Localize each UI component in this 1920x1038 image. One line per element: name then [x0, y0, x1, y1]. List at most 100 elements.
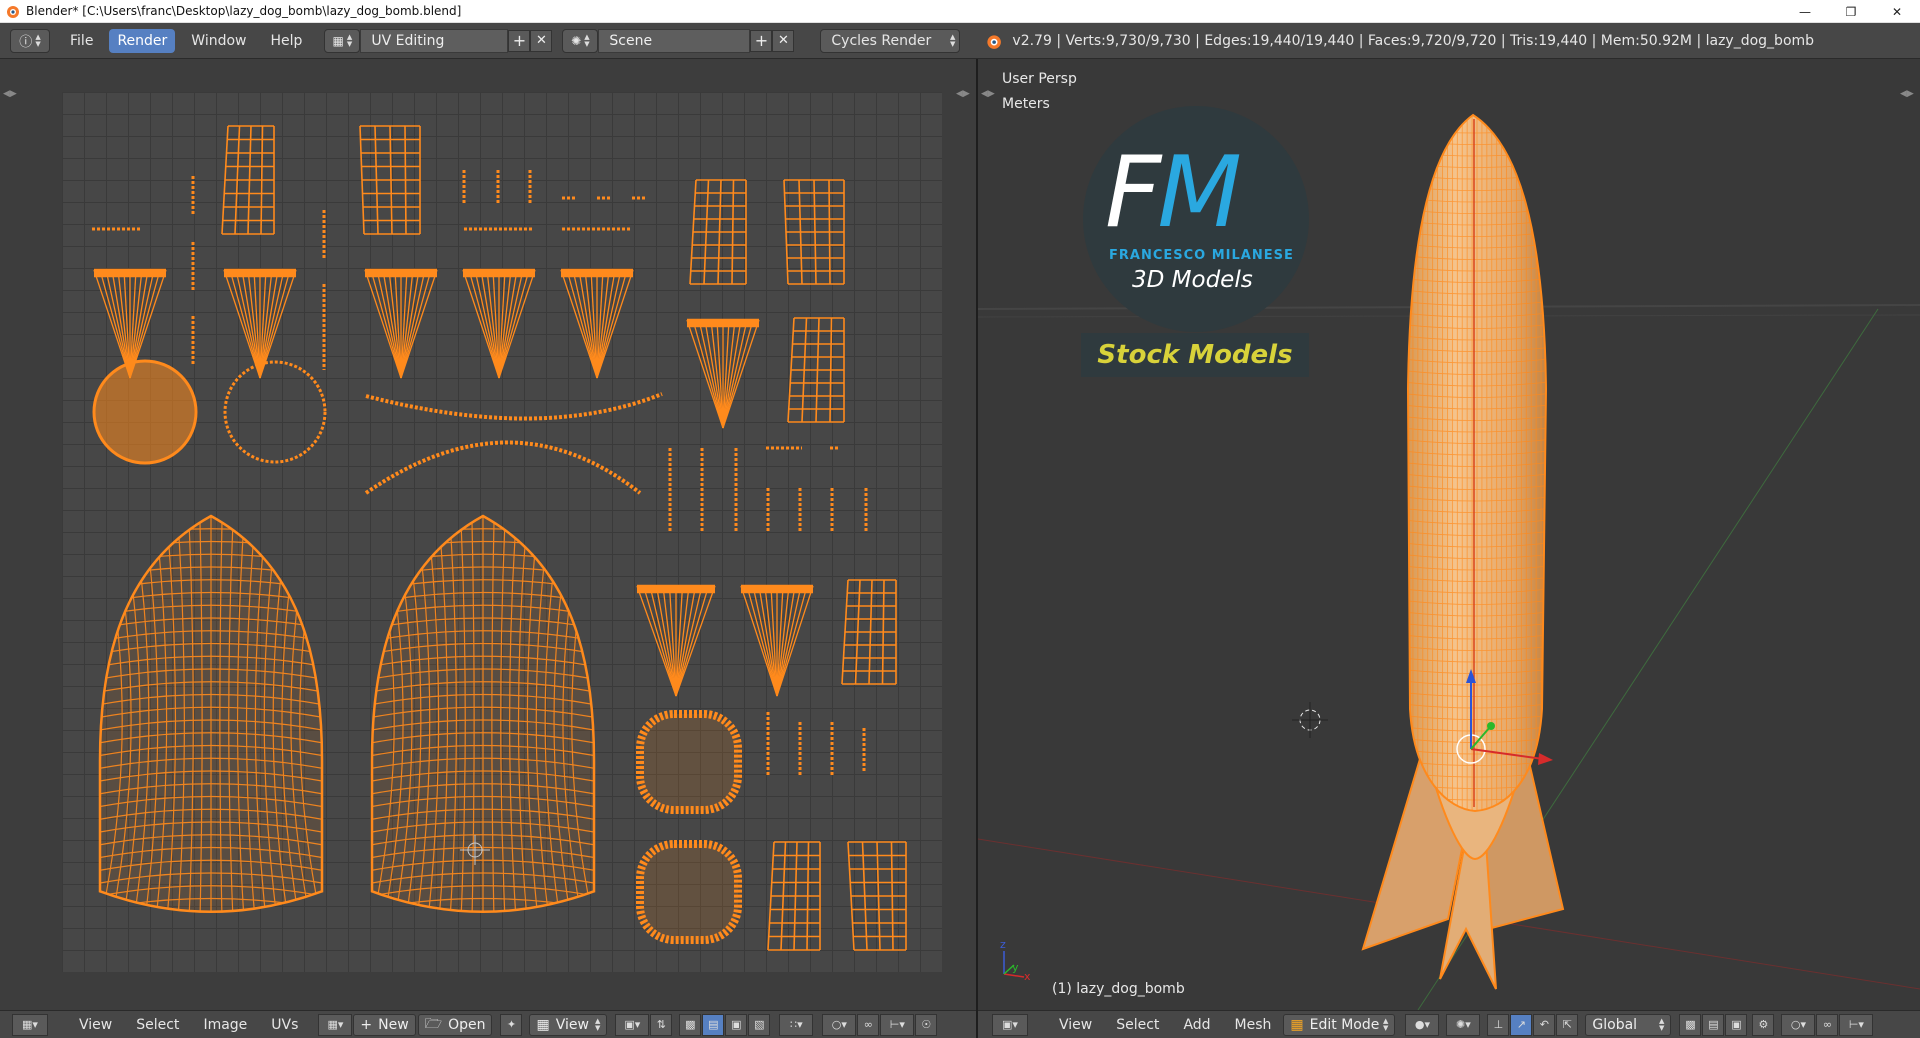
mode-label: Edit Mode — [1309, 1016, 1380, 1033]
uv-island-fan[interactable] — [686, 318, 760, 429]
uv-island-fan[interactable] — [560, 268, 634, 379]
uv-extra-icon[interactable]: ☉ — [915, 1013, 938, 1036]
vertex-select-icon[interactable]: ▩ — [679, 1013, 702, 1036]
uv-island-quad[interactable] — [689, 179, 747, 285]
uv-island-quad[interactable] — [359, 125, 421, 235]
snap-element-icon[interactable]: ⊢▾ — [1839, 1013, 1874, 1036]
pivot-icon[interactable]: ▣▾ — [615, 1013, 650, 1036]
uv-grid[interactable] — [62, 92, 942, 972]
vp-menu-mesh[interactable]: Mesh — [1223, 1017, 1284, 1033]
editor-type-3d-icon[interactable]: ▣▾ — [992, 1013, 1028, 1036]
2d-cursor-icon[interactable] — [460, 835, 490, 865]
new-image-label: New — [378, 1016, 409, 1033]
manipulator-toggle-icon[interactable]: ⊥ — [1487, 1013, 1510, 1036]
transform-orientation-dropdown[interactable]: Global ▲ ▼ — [1585, 1013, 1672, 1036]
screen-layout-selector[interactable]: ▦ ▲ ▼ — [324, 28, 361, 53]
blender-app-icon — [7, 6, 19, 18]
screen-layout-field[interactable]: UV Editing — [360, 28, 509, 53]
vp-menu-select[interactable]: Select — [1104, 1017, 1171, 1033]
add-screen-icon[interactable]: + — [508, 29, 531, 52]
uv-island-fan[interactable] — [636, 584, 716, 697]
menu-render[interactable]: Render — [109, 28, 176, 53]
vp-menu-view[interactable]: View — [1047, 1017, 1104, 1033]
3d-cursor-icon[interactable] — [1292, 702, 1328, 738]
orientation-label: Global — [1592, 1016, 1638, 1033]
dropdown-arrows-icon: ▲ ▼ — [594, 1016, 601, 1032]
pivot-point-icon[interactable]: ✺▾ — [1446, 1013, 1481, 1036]
uv-menu-uvs[interactable]: UVs — [259, 1017, 310, 1033]
uv-island-disc[interactable] — [92, 359, 198, 465]
vertex-select-icon[interactable]: ▩ — [1679, 1013, 1702, 1036]
view-mode-dropdown[interactable]: ▦ View ▲ ▼ — [529, 1013, 608, 1036]
uv-island-quad[interactable] — [787, 317, 845, 423]
face-select-icon[interactable]: ▣ — [1725, 1013, 1748, 1036]
uv-menu-image[interactable]: Image — [191, 1017, 259, 1033]
vp-menu-add[interactable]: Add — [1171, 1017, 1222, 1033]
uv-menu-select[interactable]: Select — [124, 1017, 191, 1033]
image-browse-icon[interactable]: ▦▾ — [318, 1013, 353, 1036]
menu-window[interactable]: Window — [183, 29, 254, 53]
svg-text:y: y — [1012, 961, 1019, 974]
scale-manipulator-icon[interactable]: ⇱ — [1556, 1013, 1579, 1036]
open-image-label: Open — [448, 1016, 486, 1033]
area-split-left-icon[interactable]: ◀▶ — [3, 89, 17, 99]
uv-island-quad[interactable] — [221, 125, 275, 235]
pin-icon[interactable]: ✦ — [500, 1013, 523, 1036]
uv-island-strip-arc[interactable] — [365, 392, 663, 421]
editor-type-image-icon[interactable]: ▦▾ — [12, 1013, 48, 1036]
dropdown-arrows-icon: ▲ ▼ — [950, 32, 956, 48]
open-image-button[interactable]: 🗁 Open — [417, 1013, 493, 1036]
island-select-icon[interactable]: ▧ — [748, 1013, 771, 1036]
fm-logo-letters: FM — [1105, 136, 1242, 250]
area-split-right-icon[interactable]: ◀▶ — [956, 89, 970, 99]
viewport-shading-icon[interactable]: ●▾ — [1405, 1013, 1440, 1036]
edge-select-icon[interactable]: ▤ — [1702, 1013, 1725, 1036]
add-scene-icon[interactable]: + — [750, 29, 773, 52]
restore-icon[interactable]: ❐ — [1828, 0, 1874, 23]
translate-manipulator-icon[interactable]: ↗ — [1510, 1013, 1533, 1036]
sticky-select-icon[interactable]: ∷▾ — [779, 1013, 814, 1036]
layout-grid-icon: ▦ — [332, 33, 344, 48]
uv-island-strip-arc[interactable] — [364, 440, 642, 495]
scene-selector[interactable]: ✺ ▲ ▼ — [562, 28, 599, 53]
limit-selection-icon[interactable]: ⚙ — [1752, 1013, 1775, 1036]
mode-dropdown[interactable]: ▦ Edit Mode ▲ ▼ — [1283, 1013, 1396, 1036]
minimize-icon[interactable]: — — [1782, 0, 1828, 23]
uv-island-cap[interactable] — [636, 710, 742, 814]
face-select-icon[interactable]: ▣ — [725, 1013, 748, 1036]
uv-island-fan[interactable] — [364, 268, 438, 379]
remove-screen-icon[interactable]: ✕ — [530, 29, 553, 52]
uv-menu-view[interactable]: View — [67, 1017, 124, 1033]
rotate-manipulator-icon[interactable]: ↶ — [1533, 1013, 1556, 1036]
uv-island-quad[interactable] — [841, 579, 897, 685]
menu-help[interactable]: Help — [262, 29, 310, 53]
stock-models-badge: Stock Models — [1081, 333, 1309, 377]
uv-island-quad[interactable] — [783, 179, 845, 285]
uv-image-editor[interactable]: ◀▶ ◀▶ — [0, 59, 976, 1010]
uv-island-cap[interactable] — [636, 840, 742, 944]
sync-selection-icon[interactable]: ⇅ — [650, 1013, 673, 1036]
remove-scene-icon[interactable]: ✕ — [772, 29, 795, 52]
uv-island-fan[interactable] — [740, 584, 814, 697]
proportional-edit-icon[interactable]: ○▾ — [822, 1013, 857, 1036]
edge-select-icon[interactable]: ▤ — [702, 1013, 725, 1036]
dropdown-arrows-icon: ▲ ▼ — [584, 32, 590, 48]
close-icon[interactable]: ✕ — [1874, 0, 1920, 23]
snap-target-icon[interactable]: ⊢▾ — [880, 1013, 915, 1036]
menu-file[interactable]: File — [62, 29, 101, 53]
render-engine-dropdown[interactable]: Cycles Render ▲ ▼ — [820, 28, 961, 53]
uv-islands[interactable] — [62, 92, 942, 972]
snap-icon[interactable]: ∞ — [857, 1013, 880, 1036]
editor-type-info-button[interactable]: ⓘ ▲ ▼ — [10, 28, 50, 53]
render-engine-label: Cycles Render — [831, 32, 932, 49]
snap-toggle-icon[interactable]: ∞ — [1816, 1013, 1839, 1036]
new-image-button[interactable]: + New — [353, 1013, 416, 1036]
proportional-editing-icon[interactable]: ○▾ — [1781, 1013, 1816, 1036]
uv-island-quad[interactable] — [767, 841, 821, 951]
uv-island-ring[interactable] — [223, 360, 327, 464]
active-object-label: (1) lazy_dog_bomb — [1052, 981, 1185, 997]
dropdown-arrows-icon: ▲ ▼ — [346, 32, 353, 48]
uv-island-fan[interactable] — [462, 268, 536, 379]
uv-island-quad[interactable] — [847, 841, 907, 951]
scene-field[interactable]: Scene — [598, 28, 751, 53]
